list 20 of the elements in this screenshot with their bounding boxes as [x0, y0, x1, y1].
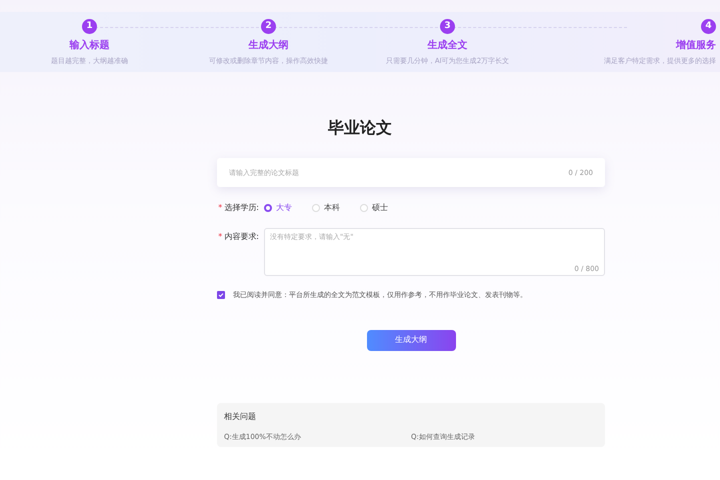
step-number: 2: [261, 19, 276, 34]
step-title: 增值服务: [676, 38, 716, 53]
step-number: 1: [82, 19, 97, 34]
radio-label: 本科: [324, 202, 340, 214]
required-asterisk: *: [218, 202, 222, 214]
field-label: 内容要求:: [224, 231, 259, 243]
agreement-checkbox[interactable]: [217, 291, 225, 300]
step-title: 生成全文: [428, 38, 468, 53]
required-asterisk: *: [218, 231, 222, 243]
step-title: 输入标题: [70, 38, 110, 53]
page-title: 毕业论文: [327, 117, 393, 139]
step-number: 4: [701, 19, 716, 34]
step-title: 生成大纲: [248, 38, 288, 53]
field-label: 选择学历:: [224, 202, 259, 214]
panel-title: 相关问题: [224, 410, 257, 422]
step-number: 3: [440, 19, 455, 34]
generate-outline-button[interactable]: 生成大纲: [366, 330, 456, 350]
radio-label: 硕士: [372, 202, 388, 214]
radio-label: 大专: [276, 202, 292, 214]
radio-button[interactable]: [264, 204, 272, 212]
